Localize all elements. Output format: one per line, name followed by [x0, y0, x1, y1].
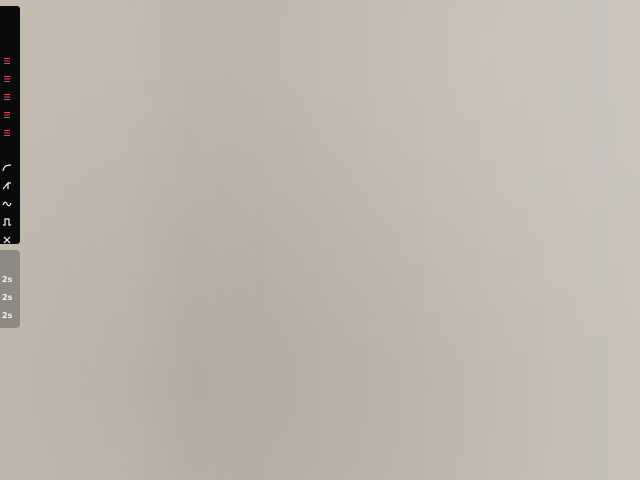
sawtooth-wave-icon — [2, 181, 11, 190]
menu-lines-icon — [4, 58, 10, 64]
square-wave-button[interactable] — [0, 215, 14, 229]
close-button[interactable] — [0, 233, 14, 247]
speed-option-1[interactable]: 2s — [2, 274, 18, 286]
sine-wave-icon — [2, 201, 12, 207]
curve-wave-button[interactable] — [0, 161, 14, 175]
left-toolbar — [0, 6, 20, 244]
canvas-area[interactable] — [0, 0, 640, 480]
close-icon — [3, 236, 11, 244]
speed-panel: 2s 2s 2s — [0, 250, 20, 328]
speed-option-2[interactable]: 2s — [2, 292, 18, 304]
menu-button-4[interactable] — [0, 108, 14, 122]
sawtooth-wave-button[interactable] — [0, 179, 14, 193]
sine-wave-button[interactable] — [0, 197, 14, 211]
square-wave-icon — [3, 218, 11, 226]
menu-button-3[interactable] — [0, 90, 14, 104]
menu-lines-icon — [4, 76, 10, 82]
menu-lines-icon — [4, 112, 10, 118]
curve-wave-icon — [2, 164, 12, 172]
menu-lines-icon — [4, 94, 10, 100]
menu-lines-icon — [4, 130, 10, 136]
menu-button-5[interactable] — [0, 126, 14, 140]
menu-button-1[interactable] — [0, 54, 14, 68]
speed-option-3[interactable]: 2s — [2, 310, 18, 322]
menu-button-2[interactable] — [0, 72, 14, 86]
